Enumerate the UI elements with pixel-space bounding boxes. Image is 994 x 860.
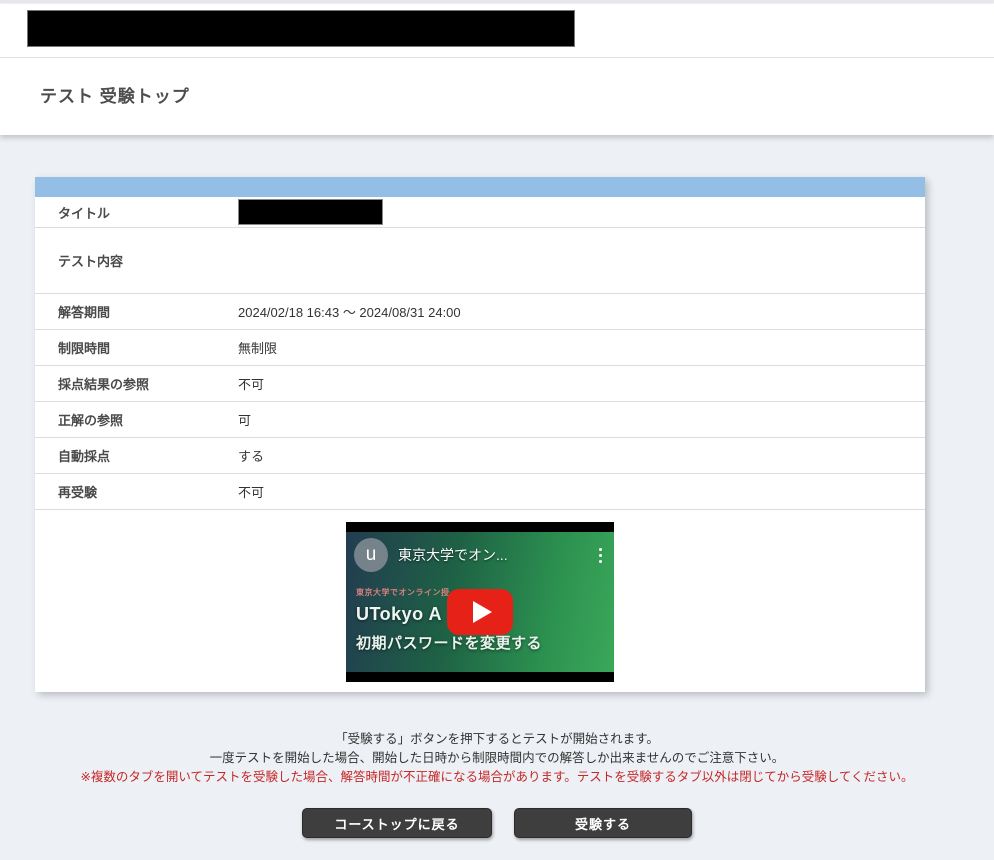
row-value	[238, 199, 383, 225]
site-header: テスト 受験トップ	[0, 4, 994, 135]
instruction-notes: 「受験する」ボタンを押下するとテストが開始されます。 一度テストを開始した場合、…	[35, 730, 959, 787]
table-row-auto-grading: 自動採点 する	[35, 438, 925, 474]
row-label: 制限時間	[35, 338, 238, 357]
table-row-answer-view: 正解の参照 可	[35, 402, 925, 438]
table-row-score-view: 採点結果の参照 不可	[35, 366, 925, 402]
row-value: 2024/02/18 16:43 ～ 2024/08/31 24:00	[238, 302, 461, 321]
video-title-link[interactable]: 東京大学でオン...	[398, 545, 593, 565]
note-line-1: 「受験する」ボタンを押下するとテストが開始されます。	[35, 730, 959, 749]
table-row-content: テスト内容	[35, 228, 925, 294]
table-row-retake: 再受験 不可	[35, 474, 925, 510]
back-to-course-top-button[interactable]: コーストップに戻る	[302, 808, 492, 838]
redacted-test-title	[238, 199, 383, 225]
row-value: 不可	[238, 374, 264, 393]
note-line-2: 一度テストを開始した場合、開始した日時から制限時間内での解答しか出来ませんのでご…	[35, 749, 959, 768]
row-value: 無制限	[238, 338, 277, 357]
play-triangle-icon	[473, 601, 492, 623]
table-row-time-limit: 制限時間 無制限	[35, 330, 925, 366]
video-thumbnail: u 東京大学でオン... 東京大学でオンライン授 UTokyo A 初期パスワー…	[346, 532, 614, 672]
start-exam-button[interactable]: 受験する	[514, 808, 692, 838]
redacted-course-banner	[27, 10, 575, 47]
row-label: 自動採点	[35, 446, 238, 465]
row-label: 正解の参照	[35, 410, 238, 429]
kebab-menu-icon[interactable]	[593, 544, 608, 567]
row-value: する	[238, 446, 264, 465]
row-value: 可	[238, 410, 251, 429]
video-row: u 東京大学でオン... 東京大学でオンライン授 UTokyo A 初期パスワー…	[35, 510, 925, 692]
warning-note: ※複数のタブを開いてテストを受験した場合、解答時間が不正確になる場合があります。…	[35, 768, 959, 787]
table-row-period: 解答期間 2024/02/18 16:43 ～ 2024/08/31 24:00	[35, 294, 925, 330]
youtube-play-button-icon[interactable]	[447, 589, 513, 635]
thumbnail-text-line2: 初期パスワードを変更する	[356, 632, 542, 653]
row-label: タイトル	[35, 203, 238, 222]
row-label: 解答期間	[35, 302, 238, 321]
table-row-title: タイトル	[35, 197, 925, 228]
card-accent-bar	[35, 177, 925, 197]
action-button-row: コーストップに戻る 受験する	[35, 808, 959, 860]
row-label: テスト内容	[35, 251, 238, 270]
main-content: タイトル テスト内容 解答期間 2024/02/18 16:43 ～ 2024/…	[0, 135, 994, 860]
channel-avatar[interactable]: u	[354, 538, 388, 572]
test-info-card: タイトル テスト内容 解答期間 2024/02/18 16:43 ～ 2024/…	[35, 177, 925, 692]
row-label: 採点結果の参照	[35, 374, 238, 393]
page-title: テスト 受験トップ	[0, 58, 994, 135]
youtube-embed[interactable]: u 東京大学でオン... 東京大学でオンライン授 UTokyo A 初期パスワー…	[346, 522, 614, 682]
row-value: 不可	[238, 482, 264, 501]
thumbnail-small-text: 東京大学でオンライン授	[356, 587, 450, 598]
thumbnail-text-line1: UTokyo A	[356, 604, 442, 625]
row-label: 再受験	[35, 482, 238, 501]
video-header: u 東京大学でオン...	[354, 538, 608, 572]
